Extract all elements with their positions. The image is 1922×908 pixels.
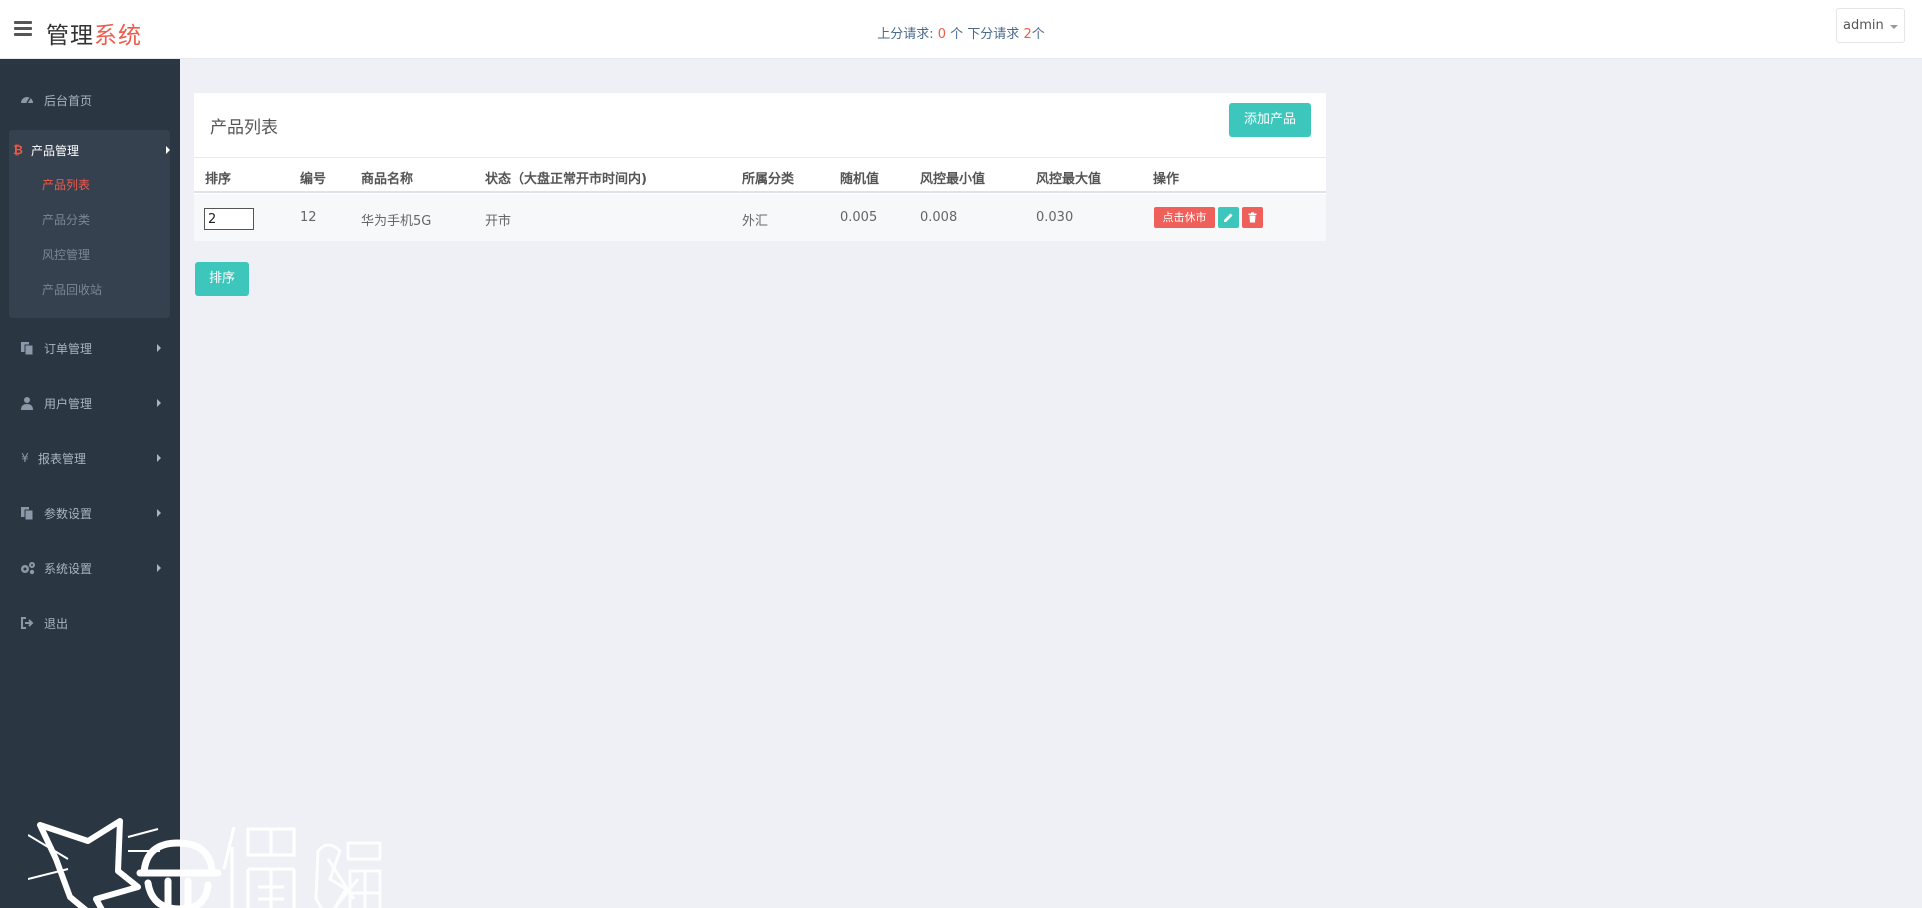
column-header[interactable]: 风控最小值 <box>920 168 985 187</box>
random-value: 0.005 <box>840 210 878 225</box>
up-request-count: 0 <box>937 27 947 42</box>
close-market-button[interactable]: 点击休市 <box>1154 207 1215 228</box>
chevron-right-icon <box>157 454 161 462</box>
sidebar-subitem-recycle-bin[interactable]: 产品回收站 <box>42 281 102 298</box>
sidebar-item-product[interactable]: ₿ 产品管理 <box>0 130 180 170</box>
gears-icon <box>20 561 35 575</box>
sidebar-item-system[interactable]: 系统设置 <box>0 548 180 588</box>
page-title: 产品列表 <box>210 118 278 138</box>
caret-down-icon <box>1890 25 1898 29</box>
sidebar-item-params[interactable]: 参数设置 <box>0 493 180 533</box>
chevron-right-icon <box>157 564 161 572</box>
sidebar-subitem-product-list[interactable]: 产品列表 <box>42 176 90 193</box>
copy-icon <box>20 341 34 356</box>
product-list-panel: 产品列表 添加产品 排序 编号 商品名称 状态（大盘正常开市时间内) 所属分类 … <box>194 93 1326 241</box>
bitcoin-icon: ₿ <box>13 143 23 157</box>
sidebar-item-users[interactable]: 用户管理 <box>0 383 180 423</box>
chevron-right-icon <box>157 509 161 517</box>
chevron-right-icon <box>157 344 161 352</box>
chevron-right-icon <box>166 146 170 154</box>
user-dropdown[interactable]: admin <box>1836 8 1905 43</box>
pencil-icon <box>1224 213 1233 222</box>
trash-icon <box>1248 212 1257 223</box>
user-icon <box>20 396 34 410</box>
request-summary: 上分请求: 0 个 下分请求 2个 <box>877 27 1045 42</box>
column-header: 操作 <box>1153 172 1180 187</box>
risk-min-value: 0.008 <box>920 210 958 225</box>
sort-button[interactable]: 排序 <box>195 262 249 296</box>
down-request-count: 2 <box>1023 27 1032 42</box>
column-header[interactable]: 状态（大盘正常开市时间内) <box>485 168 647 187</box>
add-product-button[interactable]: 添加产品 <box>1229 103 1311 137</box>
sidebar-item-home[interactable]: 后台首页 <box>0 80 180 120</box>
sidebar-item-reports[interactable]: ¥ 报表管理 <box>0 438 180 478</box>
sidebar-subitem-product-category[interactable]: 产品分类 <box>42 211 90 228</box>
table-header: 排序 编号 商品名称 状态（大盘正常开市时间内) 所属分类 随机值 风控最小值 … <box>194 157 1326 193</box>
sort-order-input[interactable] <box>204 208 254 230</box>
sign-out-icon <box>20 616 34 630</box>
column-header[interactable]: 所属分类 <box>742 168 794 187</box>
sidebar-item-logout[interactable]: 退出 <box>0 603 180 643</box>
column-header[interactable]: 商品名称 <box>361 168 413 187</box>
yen-icon: ¥ <box>21 451 29 465</box>
watermark-logo <box>28 818 382 908</box>
column-header[interactable]: 随机值 <box>840 168 879 187</box>
table-row: 12 华为手机5G 开市 外汇 0.005 0.008 0.030 点击休市 <box>194 194 1326 241</box>
delete-button[interactable] <box>1242 207 1263 228</box>
chevron-right-icon <box>157 399 161 407</box>
column-header[interactable]: 编号 <box>300 168 326 187</box>
product-menu-group: ₿ 产品管理 产品列表 产品分类 风控管理 产品回收站 <box>9 130 170 318</box>
top-header: 管理系统 上分请求: 0 个 下分请求 2个 admin <box>0 0 1922 59</box>
column-header[interactable]: 排序 <box>205 168 231 187</box>
risk-max-value: 0.030 <box>1036 210 1074 225</box>
market-status: 开市 <box>485 214 512 229</box>
product-id: 12 <box>300 210 317 225</box>
dashboard-icon <box>20 93 34 107</box>
column-header[interactable]: 风控最大值 <box>1036 168 1101 187</box>
sidebar-item-orders[interactable]: 订单管理 <box>0 328 180 368</box>
edit-button[interactable] <box>1218 207 1239 228</box>
sidebar: 后台首页 ₿ 产品管理 产品列表 产品分类 风控管理 产品回收站 订单管理 用户… <box>0 59 382 908</box>
product-name: 华为手机5G <box>361 214 432 229</box>
product-category: 外汇 <box>742 214 769 229</box>
sidebar-subitem-risk-control[interactable]: 风控管理 <box>42 246 90 263</box>
copy-icon <box>20 506 34 521</box>
